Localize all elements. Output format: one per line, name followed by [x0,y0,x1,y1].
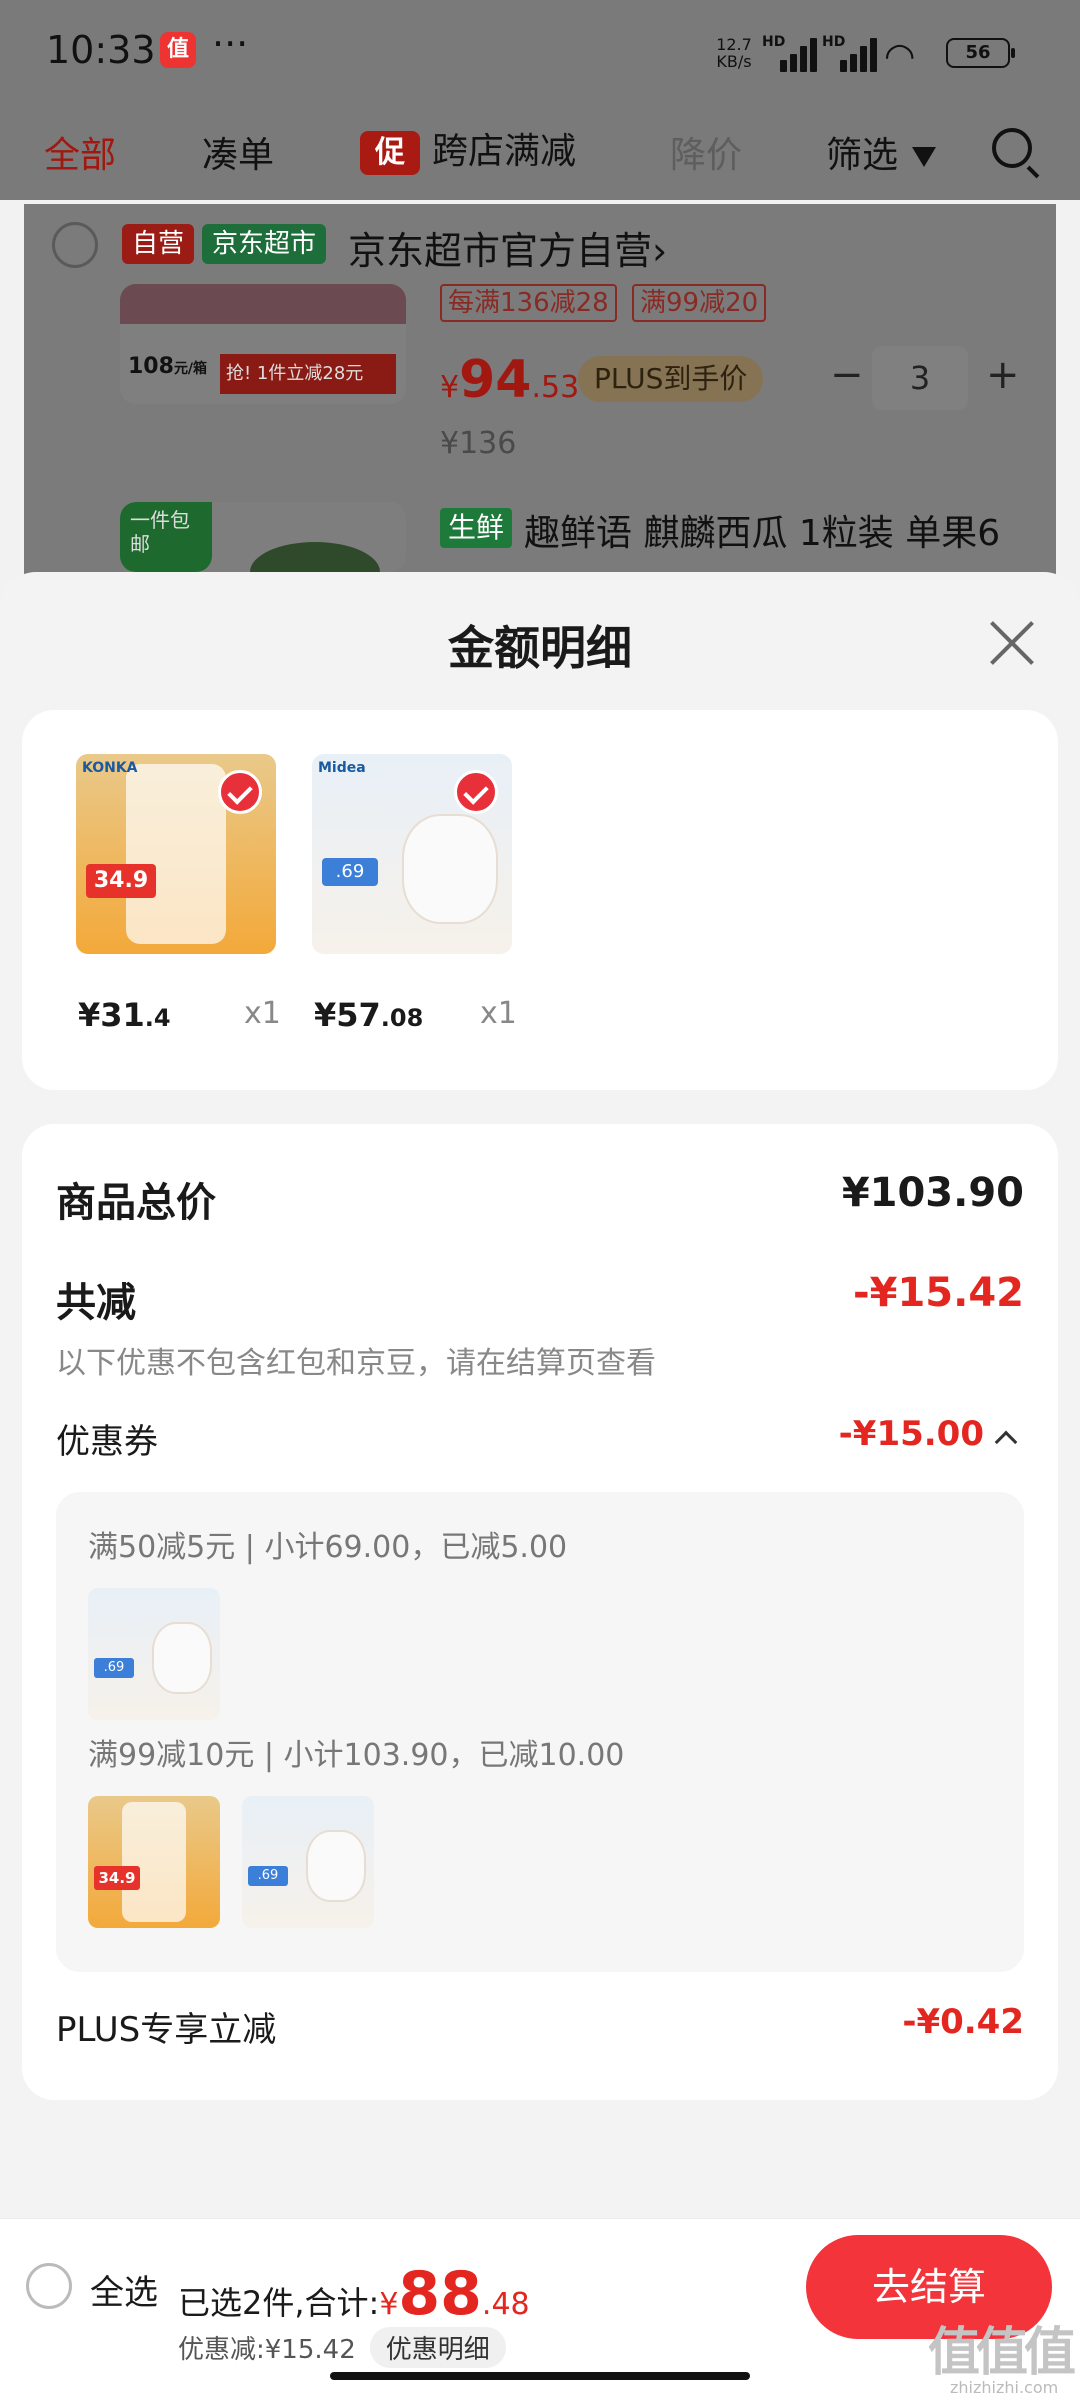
search-icon[interactable] [992,128,1032,168]
selected-check-icon [454,770,498,814]
selected-items-card: KONKA 34.9 Midea .69 ¥31.4 x1 ¥57.08 x1 [22,710,1058,1090]
discount-detail-button[interactable]: 优惠明细 [369,2327,506,2368]
promo-tag: 满99减20 [632,284,767,322]
item-price: ¥31.4 [78,996,171,1034]
plus-discount-value: -¥0.42 [902,2002,1024,2042]
store-name[interactable]: 京东超市官方自营› [348,220,667,275]
qty-decrease-button[interactable]: − [830,352,864,416]
clock: 10:33 [46,28,156,72]
select-all-radio[interactable] [26,2263,72,2309]
product-image[interactable]: 108元/箱 抢! 1件立减28元 [120,284,406,404]
qty-value[interactable]: 3 [872,346,968,410]
coupon-item-thumbnail: .69 [242,1796,374,1928]
price-breakdown-card: 商品总价 ¥103.90 共减 -¥15.42 以下优惠不包含红包和京豆，请在结… [22,1124,1058,2100]
discount-note: 以下优惠不包含红包和京豆，请在结算页查看 [56,1346,656,1381]
chevron-up-icon[interactable] [994,1430,1018,1454]
watermark: 值值值 [928,2323,1076,2383]
total-amount: ¥88.48 [379,2259,530,2329]
qty-increase-button[interactable]: + [986,352,1020,416]
signal-icon: HD [822,34,877,72]
discount-value: -¥15.42 [853,1270,1024,1316]
coupon-value[interactable]: -¥15.00 [839,1414,984,1454]
app-notification-icon: 值 [160,32,196,68]
discount-summary: 优惠减:¥15.42 优惠明细 [178,2327,506,2368]
product-title[interactable]: 趣鲜语 麒麟西瓜 1粒装 单果6 [524,504,1000,556]
supermarket-tag: 京东超市 [202,224,327,264]
product-image[interactable]: 一件包邮 [120,502,406,572]
discount-label: 共减 [56,1280,136,1326]
selected-summary: 已选2件,合计:¥88.48 [178,2259,530,2329]
tab-price-drop[interactable]: 降价 [670,126,742,178]
item-qty: x1 [244,996,281,1031]
fresh-tag: 生鲜 [440,508,513,548]
amount-detail-sheet: 金额明细 KONKA 34.9 Midea .69 ¥31.4 x1 ¥57.0… [0,572,1080,2400]
tab-filter[interactable]: 筛选 [826,126,937,178]
total-label: 商品总价 [56,1180,216,1226]
signal-icon: HD [762,34,817,72]
tab-bundle[interactable]: 凑单 [202,126,274,178]
net-speed: 12.7 KB/s [716,35,752,71]
plus-price-label: PLUS到手价 [578,356,764,402]
tab-cross-store[interactable]: 促跨店满减 [360,122,576,175]
coupon-item-thumbnail: 34.9 [88,1796,220,1928]
product-price: ¥94.53 [440,350,580,410]
coupon-label: 优惠券 [56,1422,158,1462]
coupon-rule: 满50减5元 | 小计69.00，已减5.00 [88,1530,568,1565]
item-qty: x1 [480,996,517,1031]
item-price: ¥57.08 [314,996,424,1034]
watermark-url: zhizhizhi.com [950,2378,1059,2397]
more-notifications-icon: ··· [212,22,249,66]
tab-all[interactable]: 全部 [44,126,116,178]
close-icon[interactable] [990,620,1034,664]
status-bar: 10:33 值 ··· 12.7 KB/s HD HD ◠ 56 [0,0,1080,100]
promo-tag: 每满136减28 [440,284,617,322]
wifi-icon: ◠ [884,36,916,77]
original-price: ¥136 [440,426,517,461]
promo-badge: 促 [360,131,420,175]
item-thumbnail[interactable]: Midea .69 [312,754,512,954]
select-all-label[interactable]: 全选 [90,2265,158,2314]
item-thumbnail[interactable]: KONKA 34.9 [76,754,276,954]
coupon-rule: 满99减10元 | 小计103.90，已减10.00 [88,1738,625,1773]
plus-discount-label: PLUS专享立减 [56,2010,277,2050]
cart-tabs: 全部 凑单 促跨店满减 降价 筛选 [0,100,1080,200]
coupon-detail-box: 满50减5元 | 小计69.00，已减5.00 .69 满99减10元 | 小计… [56,1492,1024,1972]
filter-icon [912,147,937,167]
sheet-title: 金额明细 [448,621,632,675]
self-operated-tag: 自营 [122,224,195,264]
selected-check-icon [218,770,262,814]
battery-icon: 56 [946,38,1015,68]
store-select-radio[interactable] [52,222,98,268]
total-value: ¥103.90 [841,1170,1024,1216]
home-indicator[interactable] [330,2372,750,2380]
coupon-item-thumbnail: .69 [88,1588,220,1720]
